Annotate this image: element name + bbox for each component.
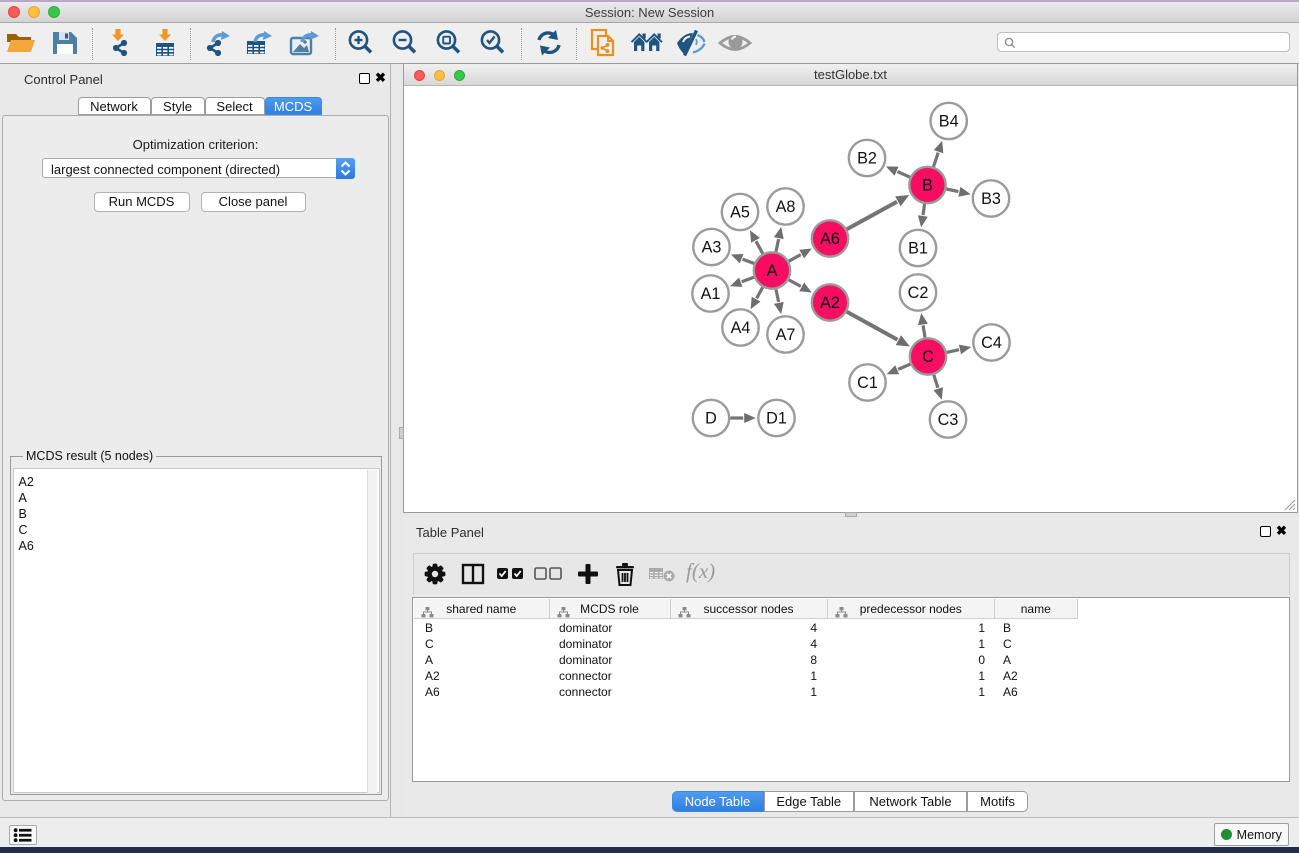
svg-text:A2: A2 bbox=[820, 294, 840, 312]
svg-text:A7: A7 bbox=[776, 326, 796, 344]
svg-text:A4: A4 bbox=[731, 319, 751, 337]
svg-text:B2: B2 bbox=[857, 150, 877, 168]
svg-text:A1: A1 bbox=[701, 285, 721, 303]
svg-text:B3: B3 bbox=[981, 190, 1001, 208]
svg-text:D: D bbox=[705, 410, 717, 428]
svg-text:A8: A8 bbox=[776, 198, 796, 216]
svg-text:C: C bbox=[922, 348, 934, 366]
svg-text:B: B bbox=[922, 177, 933, 195]
svg-text:A: A bbox=[767, 262, 778, 280]
svg-text:A5: A5 bbox=[730, 204, 750, 222]
svg-text:C3: C3 bbox=[938, 411, 959, 429]
svg-text:C1: C1 bbox=[857, 374, 878, 392]
svg-text:D1: D1 bbox=[766, 410, 787, 428]
svg-text:B1: B1 bbox=[908, 240, 928, 258]
svg-text:C2: C2 bbox=[908, 284, 929, 302]
svg-text:A6: A6 bbox=[820, 230, 840, 248]
svg-text:A3: A3 bbox=[702, 239, 722, 257]
svg-text:B4: B4 bbox=[939, 113, 959, 131]
svg-text:C4: C4 bbox=[981, 334, 1002, 352]
